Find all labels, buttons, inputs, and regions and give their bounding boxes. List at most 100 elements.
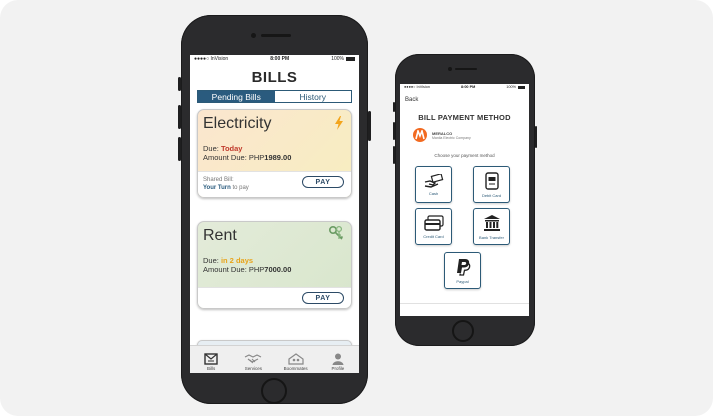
amount-line: Amount Due: PHP7000.00 (203, 265, 346, 274)
power-button (368, 111, 371, 141)
phone-bills: ●●●●○ InVision 8:00 PM 100% BILLS Pendin… (178, 15, 371, 404)
pay-button[interactable]: PAY (302, 292, 344, 304)
volume-down-button (393, 146, 395, 164)
profile-icon (332, 353, 344, 365)
biller-text: MERALCO Manila Electric Company (432, 131, 471, 140)
amount-value: 1989.00 (264, 153, 292, 162)
battery-icon (517, 85, 525, 89)
shared-bill-info: Shared Bill: Your Turn to pay (203, 176, 249, 192)
due-label: Due: (203, 256, 219, 265)
tabbar-item-profile[interactable]: Profile (317, 346, 359, 373)
volume-up-button (393, 122, 395, 140)
due-line: Due: in 2 days (203, 256, 346, 265)
meralco-logo (413, 128, 427, 142)
bill-card-electricity[interactable]: Electricity Due: Today Amount Due: PHP19… (197, 109, 352, 198)
method-label: Paypal (456, 278, 469, 284)
battery-icon (345, 56, 355, 61)
clock: 8:00 PM (270, 56, 290, 62)
biller-subtitle: Manila Electric Company (432, 135, 471, 140)
front-camera (251, 33, 256, 38)
bank-icon (483, 214, 500, 231)
battery: 100% (506, 85, 525, 89)
bills-screen: ●●●●○ InVision 8:00 PM 100% BILLS Pendin… (190, 55, 359, 373)
method-label: Debit Card (481, 192, 502, 198)
earpiece (455, 68, 477, 70)
lightning-icon (335, 116, 343, 130)
volume-up-button (178, 105, 181, 129)
bill-card-rent[interactable]: Rent Due: in 2 days Amount Due: PHP7000.… (197, 221, 352, 309)
payment-method-screen: ●●●●○ InVision 8:00 PM 100% Back BILL PA… (400, 84, 529, 316)
method-label: Cash (428, 190, 439, 196)
amount-line: Amount Due: PHP1989.00 (203, 153, 346, 162)
method-debit-card-button[interactable]: Debit Card (473, 166, 510, 203)
method-label: Credit Card (423, 233, 444, 239)
credit-card-icon (423, 214, 444, 231)
divider (400, 303, 529, 304)
back-button[interactable]: Back (405, 97, 418, 103)
earpiece (261, 34, 291, 37)
amount-label: Amount Due: PHP (203, 265, 265, 274)
tabbar-item-boommates[interactable]: Boommates (275, 346, 317, 373)
bills-segmented-control: Pending Bills History (197, 90, 352, 103)
home-button[interactable] (261, 378, 287, 404)
method-paypal-button[interactable]: Paypal (444, 252, 481, 289)
mute-switch (178, 77, 181, 91)
method-label: Bank Transfer (479, 234, 504, 240)
bills-icon (204, 353, 218, 365)
due-label: Due: (203, 144, 219, 153)
tabbar-label: Boommates (283, 366, 308, 371)
to-pay: to pay (232, 185, 249, 191)
bill-name: Rent (203, 227, 237, 244)
biller-info: MERALCO Manila Electric Company (413, 128, 471, 142)
status-bar: ●●●●○ InVision 8:00 PM 100% (400, 84, 529, 90)
battery-percent: 100% (331, 56, 344, 62)
card-header: Electricity Due: Today Amount Due: PHP19… (198, 110, 351, 162)
phone-payment: ●●●●○ InVision 8:00 PM 100% Back BILL PA… (393, 54, 537, 346)
front-camera (448, 67, 452, 71)
instruction-text: Choose your payment method (434, 153, 495, 158)
method-cash-button[interactable]: Cash (415, 166, 452, 203)
bill-name: Electricity (203, 115, 272, 132)
page-title: BILLS (251, 69, 298, 86)
tab-history[interactable]: History (274, 91, 351, 102)
house-icon (288, 353, 304, 365)
card-footer: Shared Bill: Your Turn to pay PAY (198, 171, 351, 197)
pay-button[interactable]: PAY (302, 176, 344, 188)
debit-card-icon (484, 171, 499, 190)
card-footer: PAY (198, 287, 351, 308)
tabbar-label: Profile (331, 366, 345, 371)
tabbar-label: Services (244, 366, 262, 371)
battery: 100% (331, 56, 355, 62)
method-credit-card-button[interactable]: Credit Card (415, 208, 452, 245)
status-bar: ●●●●○ InVision 8:00 PM 100% (190, 55, 359, 63)
tab-pending-bills[interactable]: Pending Bills (198, 91, 275, 102)
battery-percent: 100% (506, 85, 516, 89)
cash-icon (424, 173, 443, 188)
mute-switch (393, 102, 395, 112)
bottom-tab-bar: Bills Services Boommates Profile (190, 345, 359, 373)
tabbar-label: Bills (206, 366, 216, 371)
page-title: BILL PAYMENT METHOD (418, 113, 511, 122)
method-bank-transfer-button[interactable]: Bank Transfer (473, 208, 510, 245)
due-value: Today (220, 144, 243, 153)
shared-bill-label: Shared Bill: (203, 177, 234, 183)
your-turn: Your Turn (203, 185, 231, 191)
due-value: in 2 days (220, 256, 254, 265)
paypal-icon (456, 258, 470, 276)
handshake-icon (245, 354, 262, 364)
power-button (535, 126, 537, 148)
volume-down-button (178, 137, 181, 161)
carrier: ●●●●○ InVision (404, 85, 430, 89)
tabbar-item-services[interactable]: Services (232, 346, 274, 373)
tabbar-item-bills[interactable]: Bills (190, 346, 232, 373)
turn-line: Your Turn to pay (203, 184, 249, 192)
amount-label: Amount Due: PHP (203, 153, 265, 162)
carrier: ●●●●○ InVision (194, 56, 229, 62)
card-header: Rent Due: in 2 days Amount Due: PHP7000.… (198, 222, 351, 274)
meralco-logo-mark (415, 130, 425, 140)
clock: 8:00 PM (460, 85, 476, 89)
home-button[interactable] (452, 320, 474, 342)
keys-icon (328, 225, 344, 240)
amount-value: 7000.00 (264, 265, 292, 274)
due-line: Due: Today (203, 144, 346, 153)
